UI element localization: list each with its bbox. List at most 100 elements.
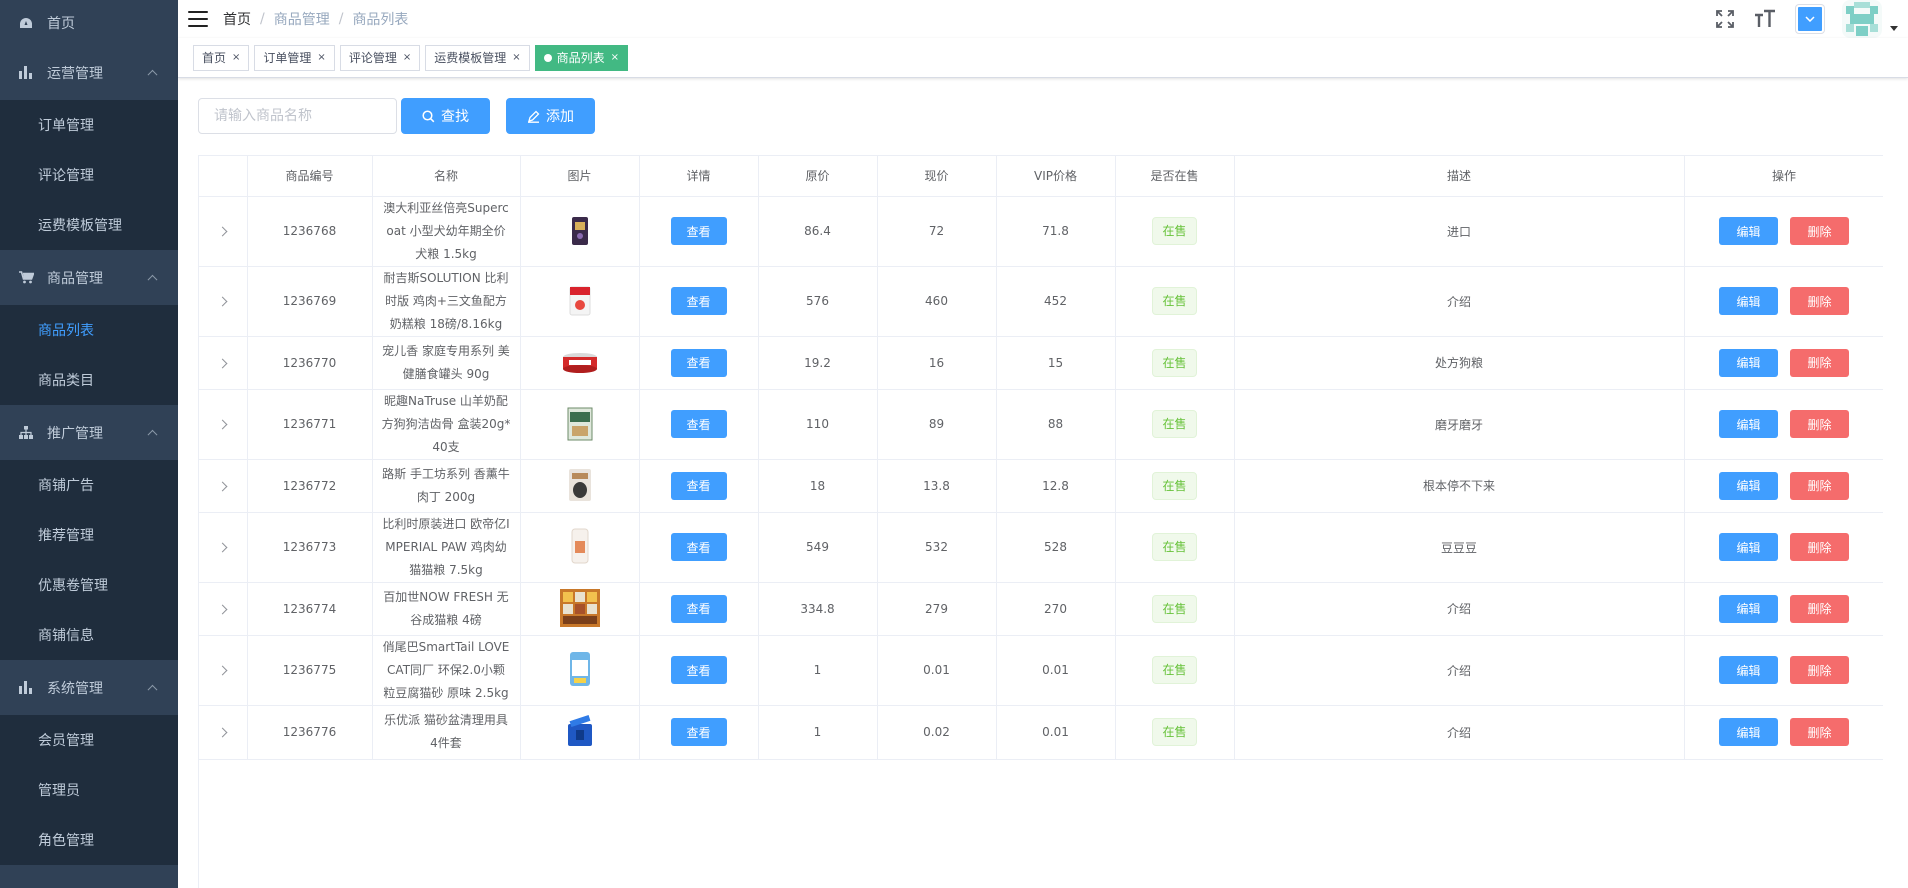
- edit-button[interactable]: 编辑: [1719, 348, 1778, 377]
- add-button[interactable]: 添加: [506, 98, 595, 134]
- view-button[interactable]: 查看: [670, 533, 727, 561]
- cell-actions: 编辑 删除: [1684, 196, 1883, 267]
- sidebar-item-recommendations[interactable]: 推荐管理: [0, 510, 178, 560]
- tag-shipping-templates[interactable]: 运费模板管理 ×: [425, 44, 530, 71]
- view-button[interactable]: 查看: [670, 287, 727, 315]
- view-button[interactable]: 查看: [670, 594, 727, 623]
- sidebar-group-operations[interactable]: 运营管理: [0, 45, 178, 100]
- sidebar-item-shipping-templates[interactable]: 运费模板管理: [0, 200, 178, 250]
- view-button[interactable]: 查看: [670, 718, 727, 746]
- view-button[interactable]: 查看: [670, 410, 727, 438]
- sidebar-item-admins[interactable]: 管理员: [0, 765, 178, 815]
- view-button[interactable]: 查看: [670, 471, 727, 500]
- font-size-icon[interactable]: [1754, 8, 1776, 30]
- expand-cell[interactable]: [199, 336, 248, 390]
- bar-chart-icon: [18, 680, 34, 696]
- sidebar-item-orders[interactable]: 订单管理: [0, 100, 178, 150]
- submenu-products: 商品列表 商品类目: [0, 305, 178, 405]
- sidebar-item-coupons[interactable]: 优惠卷管理: [0, 560, 178, 610]
- sidebar-group-promotion[interactable]: 推广管理: [0, 405, 178, 460]
- delete-button[interactable]: 删除: [1790, 410, 1849, 438]
- caret-down-icon[interactable]: [1890, 25, 1898, 31]
- cell-name: 乐优派 猫砂盆清理用具4件套: [372, 705, 521, 760]
- sidebar-item-members[interactable]: 会员管理: [0, 715, 178, 765]
- edit-button[interactable]: 编辑: [1719, 410, 1778, 438]
- cell-name: 俏尾巴SmartTail LOVE CAT同厂 环保2.0小颗粒豆腐猫砂 原味 …: [372, 635, 521, 706]
- close-icon[interactable]: ×: [611, 52, 619, 63]
- edit-button[interactable]: 编辑: [1719, 287, 1778, 315]
- cell-id: 1236774: [247, 582, 373, 636]
- expand-cell[interactable]: [199, 512, 248, 583]
- status-badge: 在售: [1152, 594, 1197, 623]
- search-button[interactable]: 查找: [401, 98, 490, 134]
- tag-orders[interactable]: 订单管理 ×: [254, 44, 335, 71]
- expand-cell[interactable]: [199, 582, 248, 636]
- chevron-right-icon[interactable]: [217, 727, 228, 738]
- close-icon[interactable]: ×: [403, 52, 411, 63]
- cell-original-price: 549: [758, 512, 878, 583]
- expand-cell[interactable]: [199, 389, 248, 460]
- sidebar-item-shop-info[interactable]: 商铺信息: [0, 610, 178, 660]
- chevron-right-icon[interactable]: [217, 226, 228, 237]
- delete-button[interactable]: 删除: [1790, 656, 1849, 684]
- delete-button[interactable]: 删除: [1790, 718, 1849, 746]
- sidebar-group-system[interactable]: 系统管理: [0, 660, 178, 715]
- edit-button[interactable]: 编辑: [1719, 217, 1778, 245]
- sidebar-item-shop-ads[interactable]: 商铺广告: [0, 460, 178, 510]
- sidebar-item-product-categories[interactable]: 商品类目: [0, 355, 178, 405]
- chevron-right-icon[interactable]: [217, 419, 228, 430]
- cell-current-price: 72: [877, 196, 997, 267]
- cell-status: 在售: [1115, 635, 1235, 706]
- language-dropdown-button[interactable]: [1796, 5, 1824, 33]
- expand-cell[interactable]: [199, 459, 248, 513]
- avatar[interactable]: [1842, 0, 1882, 38]
- sidebar-item-product-list[interactable]: 商品列表: [0, 305, 178, 355]
- hamburger-menu-icon[interactable]: [188, 11, 208, 27]
- chevron-right-icon[interactable]: [217, 542, 228, 553]
- fullscreen-icon[interactable]: [1714, 8, 1736, 30]
- edit-button[interactable]: 编辑: [1719, 594, 1778, 623]
- cell-status: 在售: [1115, 705, 1235, 760]
- close-icon[interactable]: ×: [512, 52, 520, 63]
- product-image: [560, 526, 600, 566]
- expand-cell[interactable]: [199, 705, 248, 760]
- sidebar-item-roles[interactable]: 角色管理: [0, 815, 178, 865]
- sidebar-item-comments[interactable]: 评论管理: [0, 150, 178, 200]
- tag-comments[interactable]: 评论管理 ×: [339, 44, 421, 71]
- chevron-right-icon[interactable]: [217, 296, 228, 307]
- view-button[interactable]: 查看: [670, 217, 727, 245]
- chevron-right-icon[interactable]: [217, 604, 228, 614]
- cell-description: 进口: [1234, 196, 1685, 267]
- edit-button[interactable]: 编辑: [1719, 533, 1778, 561]
- edit-button[interactable]: 编辑: [1719, 656, 1778, 684]
- sidebar-item-home[interactable]: 首页: [0, 0, 178, 45]
- edit-button[interactable]: 编辑: [1719, 471, 1778, 500]
- cell-id: 1236769: [247, 266, 373, 337]
- delete-button[interactable]: 删除: [1790, 594, 1849, 623]
- close-icon[interactable]: ×: [232, 52, 240, 63]
- view-button[interactable]: 查看: [670, 656, 727, 684]
- edit-button[interactable]: 编辑: [1719, 718, 1778, 746]
- chevron-right-icon[interactable]: [217, 358, 228, 368]
- view-button[interactable]: 查看: [670, 348, 727, 377]
- expand-cell[interactable]: [199, 196, 248, 267]
- active-dot-icon: [543, 53, 552, 62]
- close-icon[interactable]: ×: [317, 52, 325, 63]
- tag-home[interactable]: 首页 ×: [193, 44, 250, 71]
- delete-button[interactable]: 删除: [1790, 217, 1849, 245]
- cell-current-price: 89: [877, 389, 997, 460]
- delete-button[interactable]: 删除: [1790, 287, 1849, 315]
- expand-cell[interactable]: [199, 635, 248, 706]
- expand-cell[interactable]: [199, 266, 248, 337]
- tag-product-list[interactable]: 商品列表 ×: [534, 44, 629, 71]
- chevron-right-icon[interactable]: [217, 665, 228, 676]
- cell-image: [520, 512, 640, 583]
- delete-button[interactable]: 删除: [1790, 471, 1849, 500]
- breadcrumb-products: 商品管理: [273, 12, 330, 28]
- breadcrumb-home[interactable]: 首页: [223, 9, 251, 29]
- delete-button[interactable]: 删除: [1790, 348, 1849, 377]
- sidebar-group-products[interactable]: 商品管理: [0, 250, 178, 305]
- delete-button[interactable]: 删除: [1790, 533, 1849, 561]
- search-input[interactable]: [198, 98, 397, 134]
- chevron-right-icon[interactable]: [217, 481, 228, 491]
